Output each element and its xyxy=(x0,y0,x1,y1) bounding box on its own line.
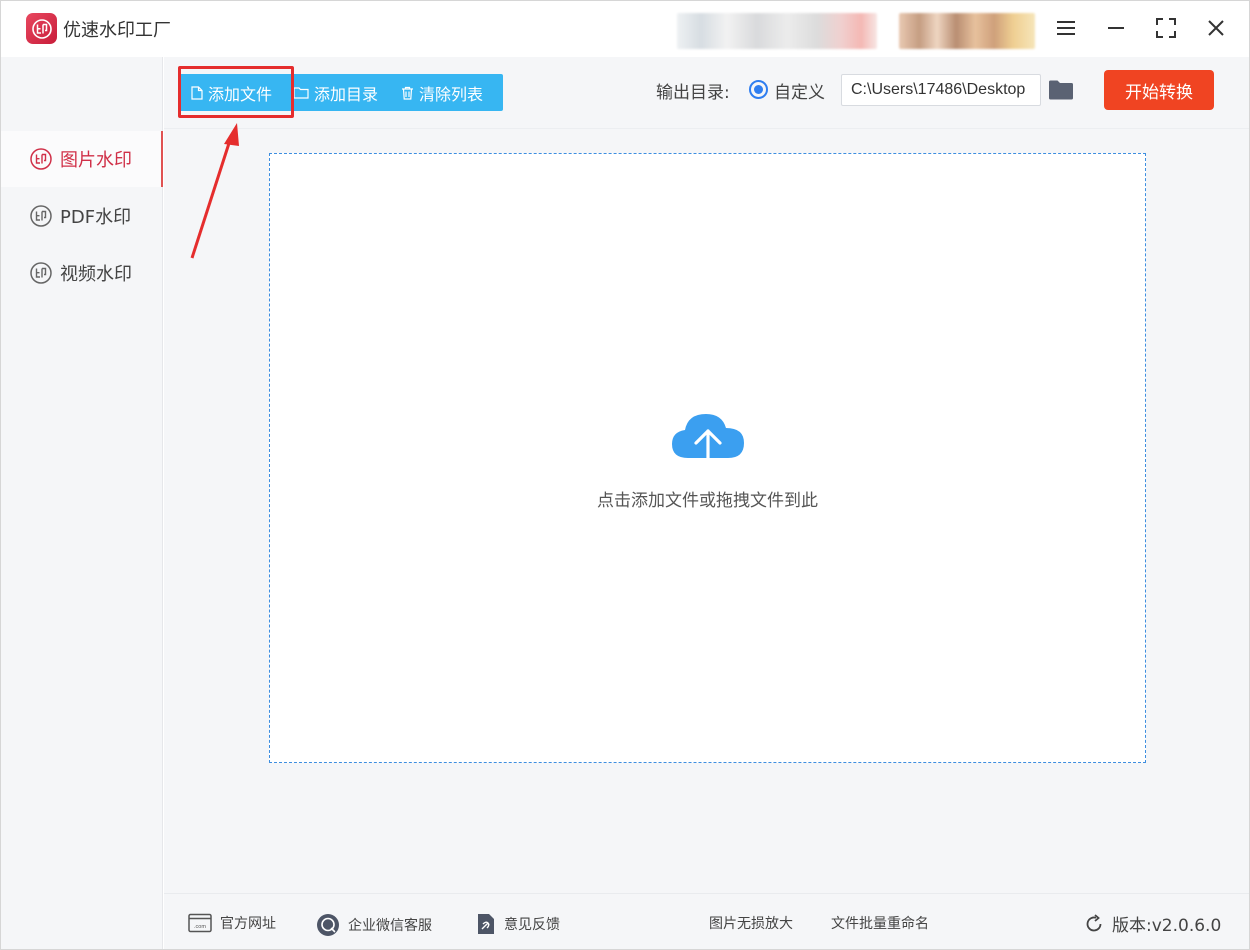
app-window: 优速水印工厂 图片水印 PDF水印 视频水印 添加文件 添加目录 清除列表 输出… xyxy=(0,0,1250,950)
sidebar-item-label: 视频水印 xyxy=(60,264,132,285)
image-upscale-link[interactable]: 图片无损放大 xyxy=(709,913,793,933)
main-area: 点击添加文件或拖拽文件到此 xyxy=(164,129,1249,893)
output-path-input[interactable] xyxy=(841,74,1041,106)
app-title: 优速水印工厂 xyxy=(63,20,171,41)
sidebar-item-image-watermark[interactable]: 图片水印 xyxy=(1,131,163,187)
redacted-account-info xyxy=(677,13,877,49)
sidebar-item-video-watermark[interactable]: 视频水印 xyxy=(1,245,163,301)
wechat-support-link[interactable]: 企业微信客服 xyxy=(316,913,432,937)
add-file-button[interactable]: 添加文件 xyxy=(179,74,293,111)
file-drop-zone[interactable]: 点击添加文件或拖拽文件到此 xyxy=(269,153,1146,763)
app-logo-icon xyxy=(26,13,57,44)
close-icon xyxy=(1208,20,1224,36)
file-button-group: 添加文件 添加目录 清除列表 xyxy=(179,74,503,111)
stamp-icon xyxy=(30,148,52,170)
drop-hint-text: 点击添加文件或拖拽文件到此 xyxy=(597,491,818,511)
feedback-link[interactable]: 意见反馈 xyxy=(476,913,560,935)
stamp-icon xyxy=(30,262,52,284)
official-site-link[interactable]: .com 官方网址 xyxy=(188,913,276,933)
version-info[interactable]: 版本:v2.0.6.0 xyxy=(1084,911,1221,936)
close-button[interactable] xyxy=(1199,13,1233,43)
minimize-icon xyxy=(1108,27,1124,29)
footer: .com 官方网址 企业微信客服 意见反馈 图片无损放大 文件批量重命名 版本:… xyxy=(164,893,1249,949)
sidebar: 图片水印 PDF水印 视频水印 xyxy=(1,57,163,949)
clear-list-button[interactable]: 清除列表 xyxy=(401,74,501,111)
folder-icon xyxy=(1049,80,1073,100)
minimize-button[interactable] xyxy=(1099,13,1133,43)
chat-icon xyxy=(317,914,339,936)
folder-icon xyxy=(293,87,309,99)
stamp-icon xyxy=(30,205,52,227)
sidebar-item-label: PDF水印 xyxy=(60,207,132,228)
custom-output-label: 自定义 xyxy=(774,83,825,103)
svg-text:.com: .com xyxy=(194,924,206,930)
refresh-icon xyxy=(1086,913,1102,931)
file-icon xyxy=(191,85,203,100)
toolbar: 添加文件 添加目录 清除列表 输出目录: 自定义 开始转换 xyxy=(164,57,1249,129)
batch-rename-link[interactable]: 文件批量重命名 xyxy=(831,913,929,933)
trash-icon xyxy=(402,86,413,100)
start-convert-button[interactable]: 开始转换 xyxy=(1104,70,1214,110)
redacted-user-avatar xyxy=(899,13,1035,49)
output-dir-label: 输出目录: xyxy=(656,83,730,103)
browse-folder-button[interactable] xyxy=(1048,79,1074,101)
maximize-icon xyxy=(1156,18,1176,38)
feedback-icon xyxy=(478,914,494,934)
maximize-button[interactable] xyxy=(1149,13,1183,43)
custom-output-radio[interactable] xyxy=(749,80,768,99)
menu-icon xyxy=(1057,21,1075,35)
cloud-upload-icon xyxy=(672,414,744,476)
web-icon: .com xyxy=(188,913,212,933)
sidebar-item-label: 图片水印 xyxy=(60,150,132,171)
menu-button[interactable] xyxy=(1049,13,1083,43)
sidebar-item-pdf-watermark[interactable]: PDF水印 xyxy=(1,188,163,244)
add-folder-button[interactable]: 添加目录 xyxy=(293,74,401,111)
title-bar: 优速水印工厂 xyxy=(1,1,1249,57)
